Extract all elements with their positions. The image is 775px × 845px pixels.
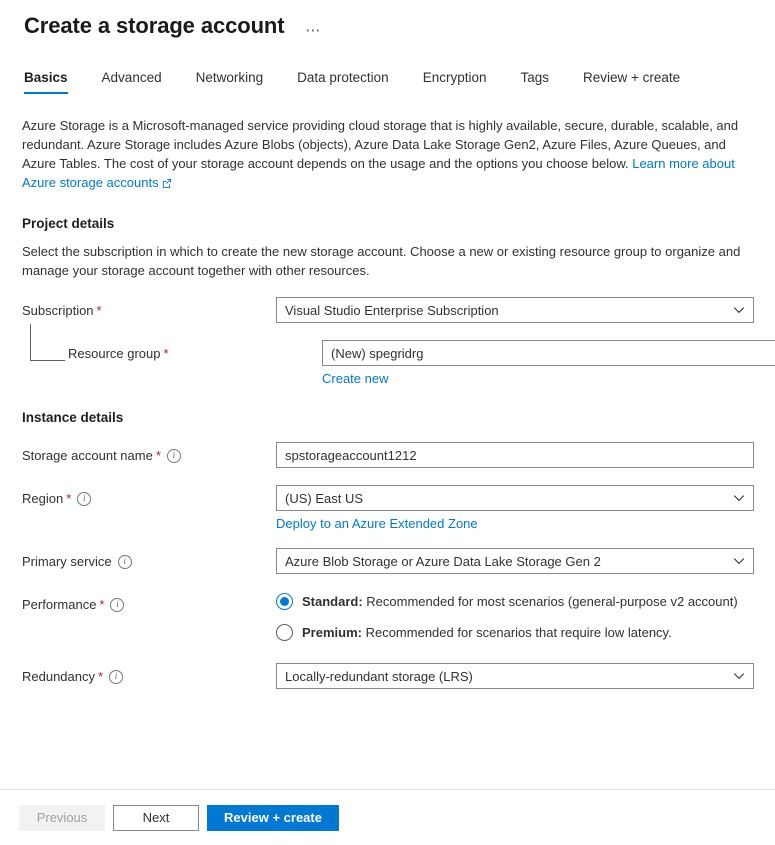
chevron-down-icon xyxy=(733,670,745,682)
intro-text: Azure Storage is a Microsoft-managed ser… xyxy=(22,118,739,171)
chevron-down-icon xyxy=(733,555,745,567)
create-new-link[interactable]: Create new xyxy=(322,371,388,386)
storage-account-name-field-col: spstorageaccount1212 xyxy=(276,442,754,468)
radio-standard-name: Standard: xyxy=(302,594,363,609)
info-icon[interactable]: i xyxy=(117,554,132,569)
radio-performance-premium[interactable]: Premium: Recommended for scenarios that … xyxy=(276,624,753,641)
radio-performance-premium-text: Premium: Recommended for scenarios that … xyxy=(302,624,672,641)
tab-basics[interactable]: Basics xyxy=(24,66,68,94)
form-row-storage-account-name: Storage account name * i spstorageaccoun… xyxy=(22,442,754,468)
region-required-marker: * xyxy=(66,491,72,506)
form-content: Azure Storage is a Microsoft-managed ser… xyxy=(0,116,775,689)
page-header: Create a storage account ⋯ xyxy=(0,0,775,40)
redundancy-field-col: Locally-redundant storage (LRS) xyxy=(276,663,754,689)
form-row-region: Region * i (US) East US Deploy to an Azu… xyxy=(22,485,754,531)
chevron-down-icon xyxy=(733,492,745,504)
info-icon[interactable]: i xyxy=(77,491,92,506)
previous-button[interactable]: Previous xyxy=(19,804,105,831)
form-row-subscription: Subscription * Visual Studio Enterprise … xyxy=(22,297,754,323)
primary-service-value: Azure Blob Storage or Azure Data Lake St… xyxy=(285,553,601,569)
tab-advanced[interactable]: Advanced xyxy=(102,66,162,94)
more-options-icon[interactable]: ⋯ xyxy=(300,14,326,38)
resource-group-field-col: (New) spegridrg Create new xyxy=(322,340,775,386)
primary-service-select[interactable]: Azure Blob Storage or Azure Data Lake St… xyxy=(276,548,754,574)
primary-service-field-col: Azure Blob Storage or Azure Data Lake St… xyxy=(276,548,754,574)
review-create-button[interactable]: Review + create xyxy=(207,804,339,831)
subscription-field-col: Visual Studio Enterprise Subscription xyxy=(276,297,754,323)
radio-performance-standard[interactable]: Standard: Recommended for most scenarios… xyxy=(276,593,753,610)
storage-account-name-required-marker: * xyxy=(155,448,161,463)
primary-service-label-text: Primary service xyxy=(22,554,112,569)
subscription-value: Visual Studio Enterprise Subscription xyxy=(285,302,499,318)
section-title-project-details: Project details xyxy=(22,216,115,231)
tab-encryption[interactable]: Encryption xyxy=(423,66,487,94)
resource-group-value: (New) spegridrg xyxy=(331,345,424,361)
info-icon[interactable]: i xyxy=(109,669,124,684)
info-icon[interactable]: i xyxy=(166,448,181,463)
storage-account-name-input[interactable]: spstorageaccount1212 xyxy=(276,442,754,468)
radio-performance-standard-text: Standard: Recommended for most scenarios… xyxy=(302,593,738,610)
resource-group-required-marker: * xyxy=(163,346,169,361)
primary-service-label: Primary service i xyxy=(22,548,276,570)
form-row-redundancy: Redundancy * i Locally-redundant storage… xyxy=(22,663,754,689)
subscription-required-marker: * xyxy=(96,303,102,318)
form-row-resource-group: Resource group * (New) spegridrg Create … xyxy=(22,324,775,386)
chevron-down-icon xyxy=(733,304,745,316)
external-link-icon xyxy=(162,179,171,188)
page-title: Create a storage account xyxy=(24,13,285,38)
storage-account-name-label-text: Storage account name xyxy=(22,448,153,463)
redundancy-label-text: Redundancy xyxy=(22,669,95,684)
radio-premium-name: Premium: xyxy=(302,625,362,640)
performance-required-marker: * xyxy=(99,597,105,612)
next-button[interactable]: Next xyxy=(113,804,199,831)
deploy-extended-zone-link-wrap: Deploy to an Azure Extended Zone xyxy=(276,516,753,531)
region-label-text: Region xyxy=(22,491,64,506)
performance-label-text: Performance xyxy=(22,597,97,612)
tab-bar: Basics Advanced Networking Data protecti… xyxy=(0,66,775,94)
tab-networking[interactable]: Networking xyxy=(196,66,264,94)
tab-data-protection[interactable]: Data protection xyxy=(297,66,389,94)
tab-tags[interactable]: Tags xyxy=(520,66,549,94)
form-row-performance: Performance * i Standard: Recommended fo… xyxy=(22,591,753,641)
redundancy-select[interactable]: Locally-redundant storage (LRS) xyxy=(276,663,754,689)
storage-account-name-value: spstorageaccount1212 xyxy=(285,447,417,463)
resource-group-label-text: Resource group xyxy=(68,346,161,361)
redundancy-label: Redundancy * i xyxy=(22,663,276,685)
region-value: (US) East US xyxy=(285,490,364,506)
deploy-extended-zone-link[interactable]: Deploy to an Azure Extended Zone xyxy=(276,516,478,531)
footer-bar: Previous Next Review + create xyxy=(0,790,775,845)
tab-review-create[interactable]: Review + create xyxy=(583,66,680,94)
radio-standard-description: Recommended for most scenarios (general-… xyxy=(362,594,738,609)
performance-label: Performance * i xyxy=(22,591,276,613)
subscription-label-text: Subscription xyxy=(22,303,94,318)
region-field-col: (US) East US Deploy to an Azure Extended… xyxy=(276,485,754,531)
radio-selected-icon xyxy=(276,593,293,610)
redundancy-value: Locally-redundant storage (LRS) xyxy=(285,668,473,684)
info-icon[interactable]: i xyxy=(110,597,125,612)
region-label: Region * i xyxy=(22,485,276,507)
resource-group-select[interactable]: (New) spegridrg xyxy=(322,340,775,366)
storage-account-name-label: Storage account name * i xyxy=(22,442,276,464)
radio-premium-description: Recommended for scenarios that require l… xyxy=(361,625,672,640)
intro-paragraph: Azure Storage is a Microsoft-managed ser… xyxy=(22,116,753,192)
subscription-label: Subscription * xyxy=(22,297,276,319)
region-select[interactable]: (US) East US xyxy=(276,485,754,511)
redundancy-required-marker: * xyxy=(98,669,104,684)
create-new-resource-group-link-wrap: Create new xyxy=(322,371,753,386)
section-title-instance-details: Instance details xyxy=(22,410,124,425)
performance-radio-group: Standard: Recommended for most scenarios… xyxy=(276,591,753,641)
form-row-primary-service: Primary service i Azure Blob Storage or … xyxy=(22,548,754,574)
resource-group-label: Resource group * xyxy=(22,340,322,362)
section-description-project-details: Select the subscription in which to crea… xyxy=(22,244,741,278)
subscription-select[interactable]: Visual Studio Enterprise Subscription xyxy=(276,297,754,323)
radio-unselected-icon xyxy=(276,624,293,641)
